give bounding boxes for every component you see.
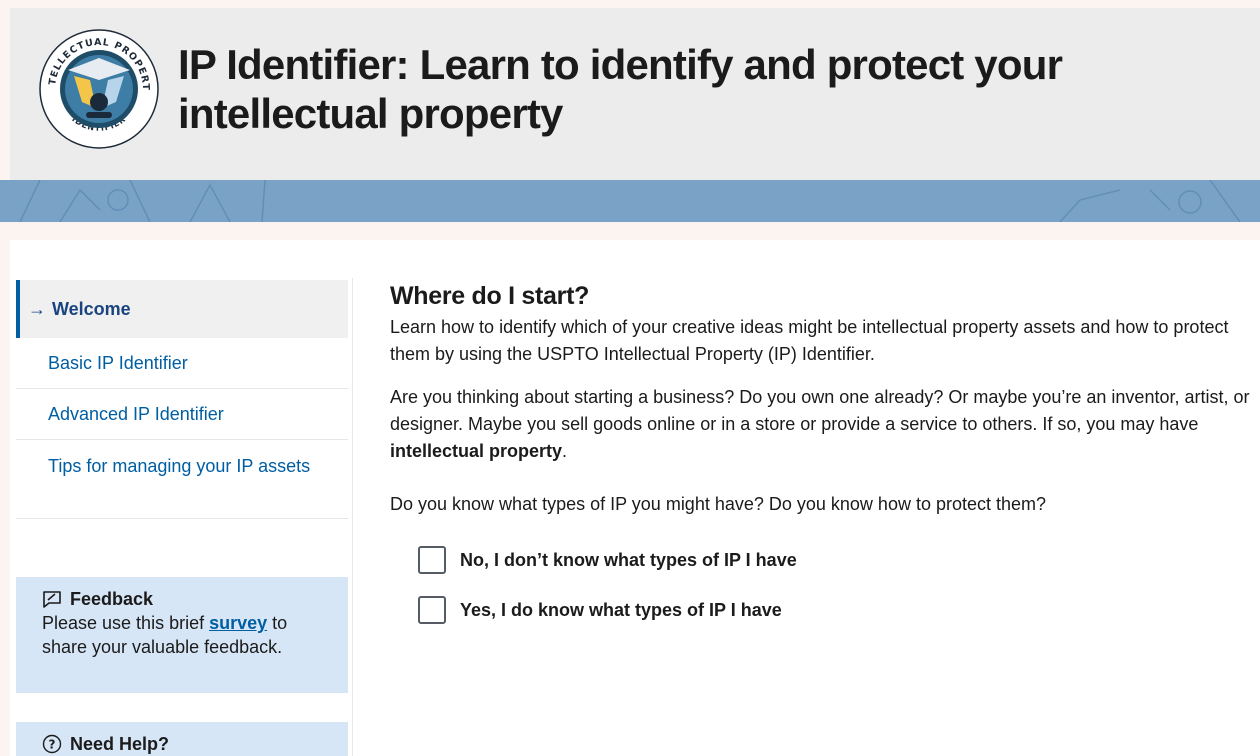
page-title: IP Identifier: Learn to identify and pro… <box>178 41 1063 137</box>
intro-paragraph: Learn how to identify which of your crea… <box>390 317 1229 364</box>
sidebar-item-welcome[interactable]: → Welcome <box>16 280 348 338</box>
intellectual-property-emphasis: intellectual property <box>390 441 563 461</box>
need-help-box: ? Need Help? <box>16 722 348 756</box>
survey-link[interactable]: survey <box>209 613 267 633</box>
checkbox-yes-ip[interactable] <box>418 596 446 624</box>
option-no-ip[interactable]: No, I don’t know what types of IP I have <box>418 546 1260 574</box>
sidebar-divider <box>352 278 353 756</box>
svg-text:?: ? <box>49 738 56 752</box>
ip-identifier-logo-icon[interactable]: INTELLECTUAL PROPERTY IDENTIFIER <box>38 28 160 150</box>
option-yes-ip[interactable]: Yes, I do know what types of IP I have <box>418 596 1260 624</box>
checkbox-no-ip[interactable] <box>418 546 446 574</box>
question-circle-icon: ? <box>42 734 62 754</box>
feedback-title: Feedback <box>42 587 322 611</box>
option-label: No, I don’t know what types of IP I have <box>460 549 797 570</box>
sidebar-item-label: Welcome <box>52 299 131 319</box>
feedback-icon <box>43 591 61 608</box>
page: INTELLECTUAL PROPERTY IDENTIFIER IP Iden… <box>0 0 1260 756</box>
feedback-text: Please use this brief survey to share yo… <box>42 613 288 657</box>
sidebar-item-advanced-ip-identifier[interactable]: Advanced IP Identifier <box>16 389 348 440</box>
site-header: INTELLECTUAL PROPERTY IDENTIFIER IP Iden… <box>10 8 1260 180</box>
option-label: Yes, I do know what types of IP I have <box>460 599 782 620</box>
decorative-banner <box>0 180 1260 222</box>
sidebar-item-basic-ip-identifier[interactable]: Basic IP Identifier <box>16 338 348 389</box>
content-panel: → Welcome Basic IP Identifier Advanced IP… <box>10 240 1260 756</box>
blueprint-pattern-icon <box>19 180 1241 222</box>
sidebar-item-tips-managing-ip[interactable]: Tips for managing your IP assets <box>16 440 348 519</box>
section-heading: Where do I start? <box>390 282 590 310</box>
main-content: Where do I start? Learn how to identify … <box>390 280 1260 624</box>
question-text: Do you know what types of IP you might h… <box>390 494 1047 514</box>
business-paragraph: Are you thinking about starting a busine… <box>390 387 1250 461</box>
arrow-right-icon: → <box>28 299 46 319</box>
need-help-title[interactable]: ? Need Help? <box>42 732 322 756</box>
feedback-box: Feedback Please use this brief survey to… <box>16 577 348 693</box>
side-navigation: → Welcome Basic IP Identifier Advanced IP… <box>16 280 348 519</box>
